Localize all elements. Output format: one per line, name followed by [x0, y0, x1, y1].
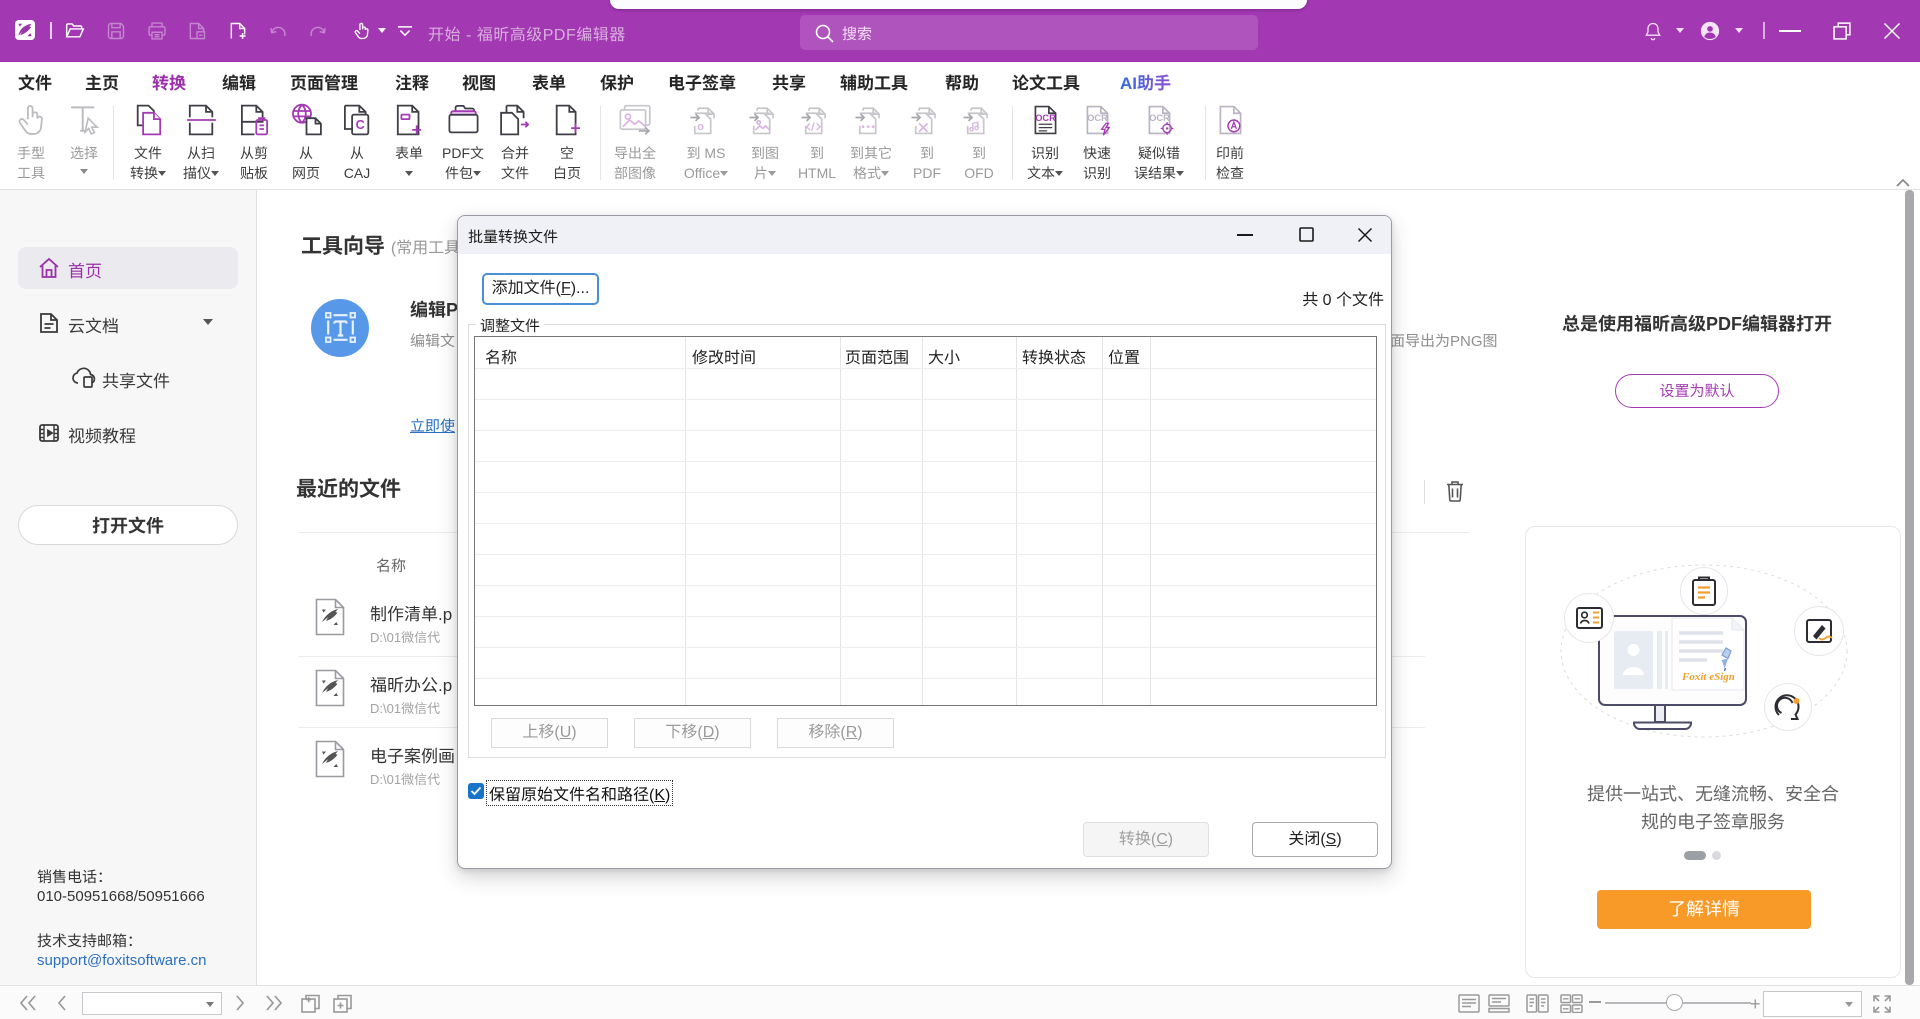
svg-text:OCR: OCR	[1149, 113, 1170, 123]
svg-text:OCR: OCR	[1087, 113, 1108, 123]
svg-text:OCR: OCR	[1035, 113, 1056, 123]
svg-text:C: C	[355, 118, 364, 132]
svg-text:Foxit eSign: Foxit eSign	[1681, 671, 1735, 683]
svg-text:o: o	[697, 121, 704, 133]
